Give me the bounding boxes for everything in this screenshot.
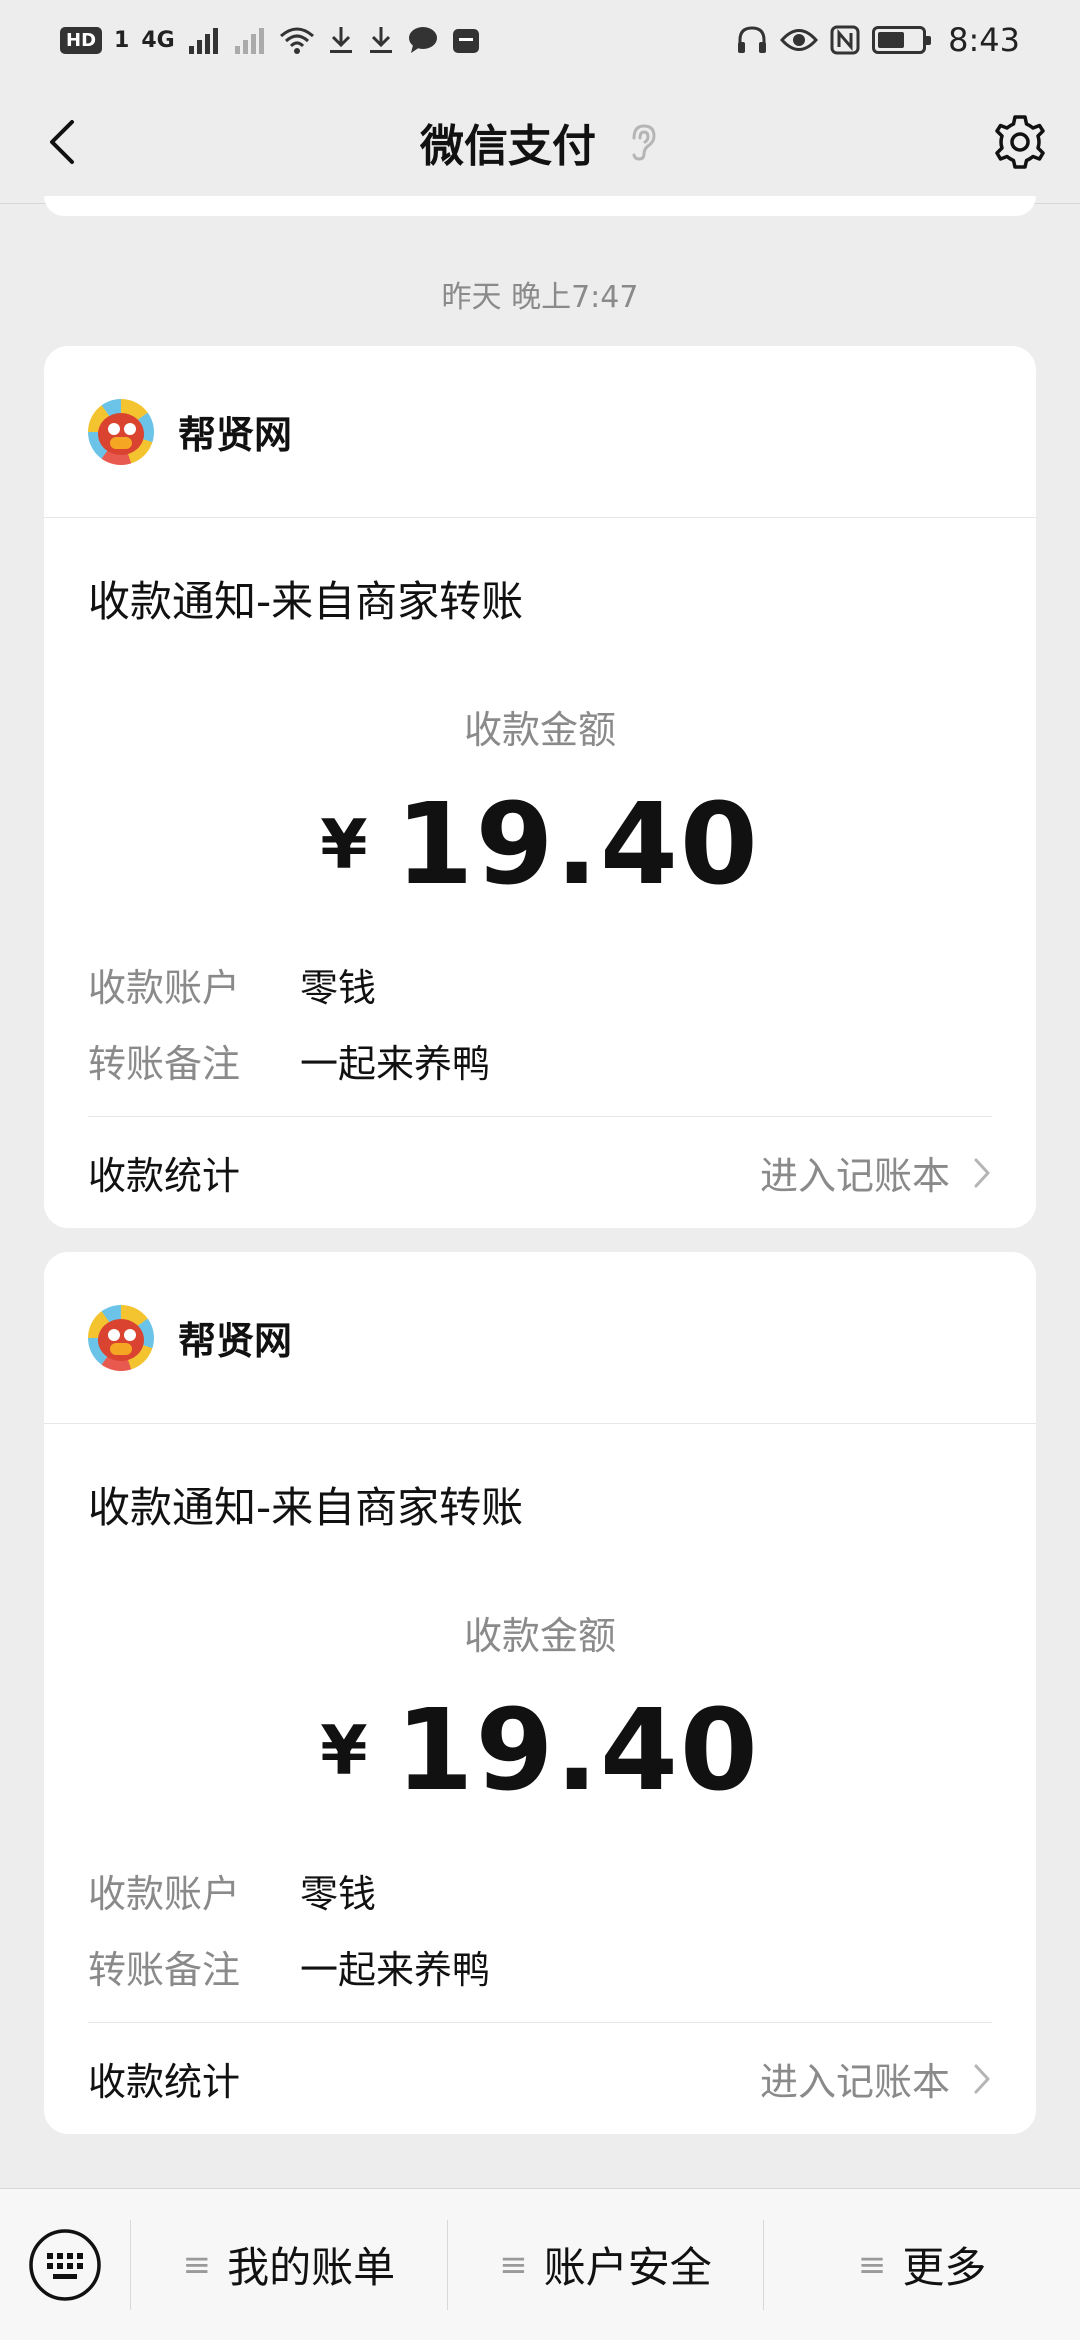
- menu-list-icon: ≡: [499, 2244, 528, 2285]
- stats-row[interactable]: 收款统计 进入记账本: [88, 2022, 992, 2134]
- amount-row: ¥ 19.40: [88, 780, 992, 910]
- payment-notice-card[interactable]: 帮贤网 收款通知-来自商家转账 收款金额 ¥ 19.40 收款账户 零钱 转账备…: [44, 346, 1036, 1228]
- merchant-avatar: [88, 398, 154, 465]
- gear-icon: [995, 115, 1045, 169]
- status-right: 8:43: [736, 21, 1020, 59]
- eye-icon: [780, 29, 819, 51]
- menu-label: 账户安全: [543, 2243, 712, 2292]
- account-value: 零钱: [300, 965, 377, 1010]
- header: 微信支付: [0, 80, 1080, 204]
- merchant-avatar: [88, 1304, 154, 1371]
- message-timestamp: 昨天 晚上7:47: [441, 280, 639, 315]
- network-type: 4G: [141, 27, 175, 53]
- stats-label: 收款统计: [88, 2060, 241, 2104]
- ledger-link-text: 进入记账本: [759, 1154, 950, 1198]
- menu-list-icon: ≡: [857, 2244, 887, 2285]
- card-body: 收款通知-来自商家转账 收款金额 ¥ 19.40 收款账户 零钱 转账备注 一起…: [44, 568, 1036, 1098]
- account-row: 收款账户 零钱: [88, 946, 992, 1022]
- chevron-right-icon: [974, 1158, 990, 1187]
- account-label: 收款账户: [88, 1871, 241, 1916]
- remark-row: 转账备注 一起来养鸭: [88, 1022, 992, 1098]
- keyboard-toggle-button[interactable]: [0, 2189, 130, 2340]
- chevron-right-icon: [974, 2064, 990, 2093]
- status-bar: HD 1 4G 8:43: [0, 0, 1080, 80]
- card-header[interactable]: 帮贤网: [44, 1252, 1036, 1424]
- amount-row: ¥ 19.40: [88, 1686, 992, 1816]
- notice-title: 收款通知-来自商家转账: [88, 577, 524, 626]
- menu-label: 我的账单: [227, 2243, 396, 2292]
- nfc-icon: [830, 25, 860, 55]
- notice-title: 收款通知-来自商家转账: [88, 1483, 524, 1532]
- remark-value: 一起来养鸭: [300, 1041, 491, 1086]
- hd-badge: HD: [60, 26, 103, 54]
- remark-label: 转账备注: [88, 1947, 241, 1992]
- page-title: 微信支付: [420, 121, 596, 172]
- bottom-menu-bar: ≡ 我的账单 ≡ 账户安全 ≡ 更多: [0, 2188, 1080, 2340]
- signal-no-service-icon: [234, 28, 264, 54]
- merchant-name: 帮贤网: [178, 413, 293, 457]
- menu-my-bills[interactable]: ≡ 我的账单: [131, 2189, 447, 2340]
- wifi-icon: [279, 27, 314, 54]
- currency-symbol: ¥: [320, 1711, 368, 1791]
- title-wrap: 微信支付: [0, 80, 1080, 204]
- amount-value: 19.40: [395, 780, 760, 910]
- ledger-link[interactable]: 进入记账本: [760, 1145, 992, 1200]
- merchant-name: 帮贤网: [178, 1319, 293, 1363]
- ear-icon[interactable]: [624, 122, 660, 162]
- stats-label: 收款统计: [88, 1154, 241, 1198]
- headphones-icon: [738, 26, 767, 53]
- message-icon: [408, 27, 437, 53]
- amount-value: 19.40: [395, 1686, 760, 1816]
- payment-notice-card[interactable]: 帮贤网 收款通知-来自商家转账 收款金额 ¥ 19.40 收款账户 零钱 转账备…: [44, 1252, 1036, 2134]
- menu-label: 更多: [902, 2243, 987, 2292]
- card-header[interactable]: 帮贤网: [44, 346, 1036, 518]
- menu-more[interactable]: ≡ 更多: [764, 2189, 1080, 2340]
- card-body: 收款通知-来自商家转账 收款金额 ¥ 19.40 收款账户 零钱 转账备注 一起…: [44, 1474, 1036, 2004]
- settings-button[interactable]: [988, 110, 1052, 174]
- menu-list-icon: ≡: [182, 2244, 212, 2285]
- account-row: 收款账户 零钱: [88, 1852, 992, 1928]
- remark-label: 转账备注: [88, 1041, 241, 1086]
- store-icon: [452, 29, 479, 53]
- remark-value: 一起来养鸭: [300, 1947, 491, 1992]
- keyboard-icon: [29, 2228, 101, 2301]
- remark-row: 转账备注 一起来养鸭: [88, 1928, 992, 2004]
- download-icon: [369, 27, 392, 53]
- signal-icon: [188, 28, 218, 54]
- previous-card-bottom: [44, 196, 1036, 216]
- currency-symbol: ¥: [320, 805, 368, 885]
- amount-label: 收款金额: [463, 708, 616, 752]
- ledger-link[interactable]: 进入记账本: [760, 2051, 992, 2106]
- sim-indicator: 1: [114, 27, 130, 53]
- info-rows: 收款账户 零钱 转账备注 一起来养鸭: [88, 946, 992, 1098]
- status-left: HD 1 4G: [60, 25, 481, 55]
- amount-label: 收款金额: [463, 1614, 616, 1658]
- info-rows: 收款账户 零钱 转账备注 一起来养鸭: [88, 1852, 992, 2004]
- battery-icon: [872, 26, 932, 54]
- clock: 8:43: [948, 21, 1020, 59]
- download-icon: [329, 27, 352, 53]
- account-label: 收款账户: [88, 965, 241, 1010]
- menu-account-security[interactable]: ≡ 账户安全: [448, 2189, 764, 2340]
- stats-row[interactable]: 收款统计 进入记账本: [88, 1116, 992, 1228]
- account-value: 零钱: [300, 1871, 377, 1916]
- ledger-link-text: 进入记账本: [759, 2060, 950, 2104]
